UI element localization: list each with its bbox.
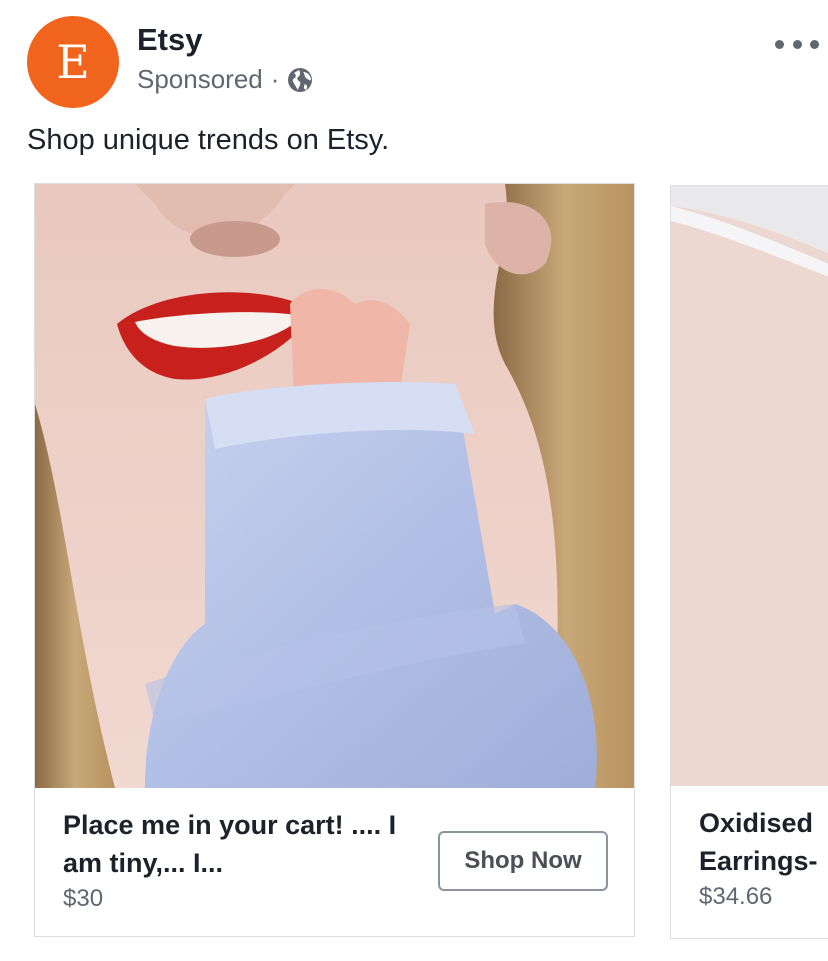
page-name[interactable]: Etsy: [137, 22, 202, 58]
meta-separator: ·: [270, 64, 280, 94]
carousel-card[interactable]: Place me in your cart! .... I am tiny,..…: [34, 183, 635, 937]
product-title[interactable]: Place me in your cart! .... I am tiny,..…: [63, 806, 403, 882]
more-dot: [775, 39, 784, 49]
product-price: $34.66: [699, 883, 773, 910]
card-footer: Oxidised Earrings- $34.66: [671, 786, 828, 938]
shop-now-button[interactable]: Shop Now: [438, 831, 608, 891]
post-text: Shop unique trends on Etsy.: [27, 124, 390, 156]
sponsored-label[interactable]: Sponsored: [137, 64, 263, 95]
post-meta: Sponsored ·: [137, 64, 313, 95]
product-title[interactable]: Oxidised Earrings-: [699, 804, 828, 880]
card-footer: Place me in your cart! .... I am tiny,..…: [35, 788, 634, 936]
avatar-letter: E: [56, 35, 90, 89]
globe-icon[interactable]: [287, 67, 313, 93]
more-dot: [792, 39, 802, 49]
avatar[interactable]: E: [27, 16, 119, 108]
product-price: $30: [63, 885, 104, 912]
product-image[interactable]: [671, 186, 828, 786]
more-options-icon[interactable]: [775, 34, 819, 54]
carousel-card[interactable]: Oxidised Earrings- $34.66: [670, 185, 828, 939]
sponsored-post: E Etsy Sponsored · Shop unique trends on…: [0, 0, 828, 961]
more-dot: [810, 39, 819, 49]
product-image[interactable]: [35, 184, 634, 788]
